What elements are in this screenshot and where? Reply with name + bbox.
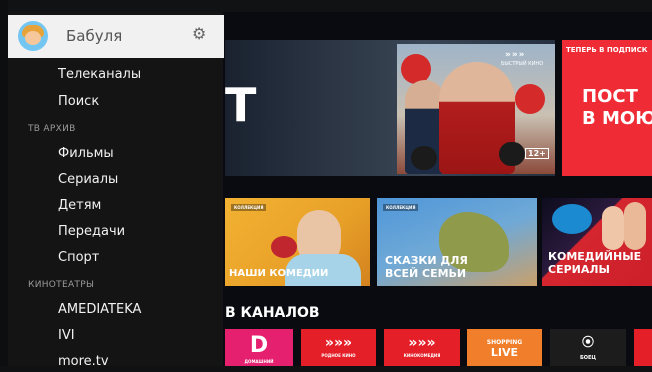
sidebar-item-shows[interactable]: Передачи <box>58 224 125 239</box>
channel-logo: D <box>249 333 269 358</box>
collection-badge: КОЛЛЕКЦИЯ <box>231 204 267 211</box>
channel-name: LIVE <box>490 346 519 359</box>
poster-red-sun <box>515 84 545 114</box>
channel-brand-logo: »»» <box>505 50 526 60</box>
boxing-glove <box>411 146 437 170</box>
channel-logo: SHOPPING <box>486 339 523 346</box>
card-person <box>602 206 624 250</box>
collection-card-comedies[interactable]: КОЛЛЕКЦИЯ НАШИ КОМЕДИИ <box>225 198 370 286</box>
gear-icon[interactable]: ⚙ <box>192 26 208 42</box>
collection-card-comedy-series[interactable]: КОМЕДИЙНЫЕ СЕРИАЛЫ <box>542 198 652 286</box>
collection-title-line-2: ВСЕЙ СЕМЬИ <box>385 267 467 280</box>
screen-bezel-top <box>0 0 652 12</box>
channel-tile-domashniy[interactable]: D ДОМАШНИЙ <box>225 329 293 369</box>
avatar <box>18 21 48 51</box>
sidebar-item-sport[interactable]: Спорт <box>58 250 99 265</box>
sidebar-item-series[interactable]: Сериалы <box>58 172 118 187</box>
sidebar-section-cinemas: КИНОТЕАТРЫ <box>28 280 95 290</box>
collection-title: СКАЗКИ ДЛЯ ВСЕЙ СЕМЬИ <box>385 254 468 280</box>
age-rating-badge: 12+ <box>525 148 549 159</box>
channel-name: БОЕЦ <box>579 355 597 361</box>
sidebar-item-tv-channels[interactable]: Телеканалы <box>58 67 141 82</box>
hero-title: Т <box>225 78 257 132</box>
channel-tile-boets[interactable]: ⦿ БОЕЦ <box>550 329 626 369</box>
sidebar-item-movies[interactable]: Фильмы <box>58 146 114 161</box>
channel-name: РОДНОЕ КИНО <box>321 353 356 358</box>
promo-headline: ПОСТ В МОЮ <box>582 86 652 130</box>
sidebar-item-ivi[interactable]: IVI <box>58 328 75 343</box>
collection-card-fairy-tales[interactable]: КОЛЛЕКЦИЯ СКАЗКИ ДЛЯ ВСЕЙ СЕМЬИ <box>377 198 537 286</box>
promo-line-2: В МОЮ <box>582 108 652 129</box>
collection-title: КОМЕДИЙНЫЕ СЕРИАЛЫ <box>548 250 641 276</box>
promo-line-1: ПОСТ <box>582 86 638 107</box>
channel-tile-partial[interactable] <box>634 329 652 369</box>
channel-name: КИНОКОМЕДИЯ <box>403 353 441 358</box>
boxing-glove <box>499 142 525 166</box>
profile-name: Бабуля <box>66 27 123 45</box>
channel-logo: ⦿ <box>581 335 594 349</box>
collection-title: НАШИ КОМЕДИИ <box>229 268 329 279</box>
channel-brand-sub: БЫСТРЫЙ КИНО <box>501 61 544 67</box>
avatar-face <box>25 31 41 45</box>
hero-poster: »»» БЫСТРЫЙ КИНО 12+ <box>397 44 555 174</box>
channel-tile-shopping-live[interactable]: SHOPPING LIVE <box>467 329 542 369</box>
card-person <box>624 202 646 250</box>
profile-header[interactable]: Бабуля ⚙ <box>8 15 224 58</box>
channel-logo: »»» <box>408 335 436 351</box>
hero-banner[interactable]: Т »»» БЫСТРЫЙ КИНО 12+ <box>225 40 555 176</box>
subscription-promo-banner[interactable]: ТЕПЕРЬ В ПОДПИСК ПОСТ В МОЮ <box>562 40 652 176</box>
sidebar-item-kids[interactable]: Детям <box>58 198 101 213</box>
collection-title-line-1: КОМЕДИЙНЫЕ <box>548 250 642 263</box>
channel-logo: »»» <box>324 335 353 351</box>
screen-bezel-bottom <box>0 366 652 372</box>
channel-name: ДОМАШНИЙ <box>244 359 274 364</box>
channel-tile-kinokomediya[interactable]: »»» КИНОКОМЕДИЯ <box>384 329 460 369</box>
sidebar-item-amediateka[interactable]: AMEDIATEKA <box>58 302 141 317</box>
screen-bezel-left <box>0 0 8 372</box>
card-flowers <box>271 236 297 258</box>
promo-tag: ТЕПЕРЬ В ПОДПИСК <box>566 46 648 54</box>
collection-badge: КОЛЛЕКЦИЯ <box>383 204 419 211</box>
collection-title-line-2: СЕРИАЛЫ <box>548 263 610 276</box>
card-character <box>552 204 592 234</box>
collection-title-line-1: СКАЗКИ ДЛЯ <box>385 254 468 267</box>
channel-tile-rodnoe-kino[interactable]: »»» РОДНОЕ КИНО <box>301 329 376 369</box>
sidebar-item-search[interactable]: Поиск <box>58 94 99 109</box>
sidebar-section-tv-archive: ТВ АРХИВ <box>28 124 76 134</box>
channels-section-title: В КАНАЛОВ <box>225 305 320 321</box>
